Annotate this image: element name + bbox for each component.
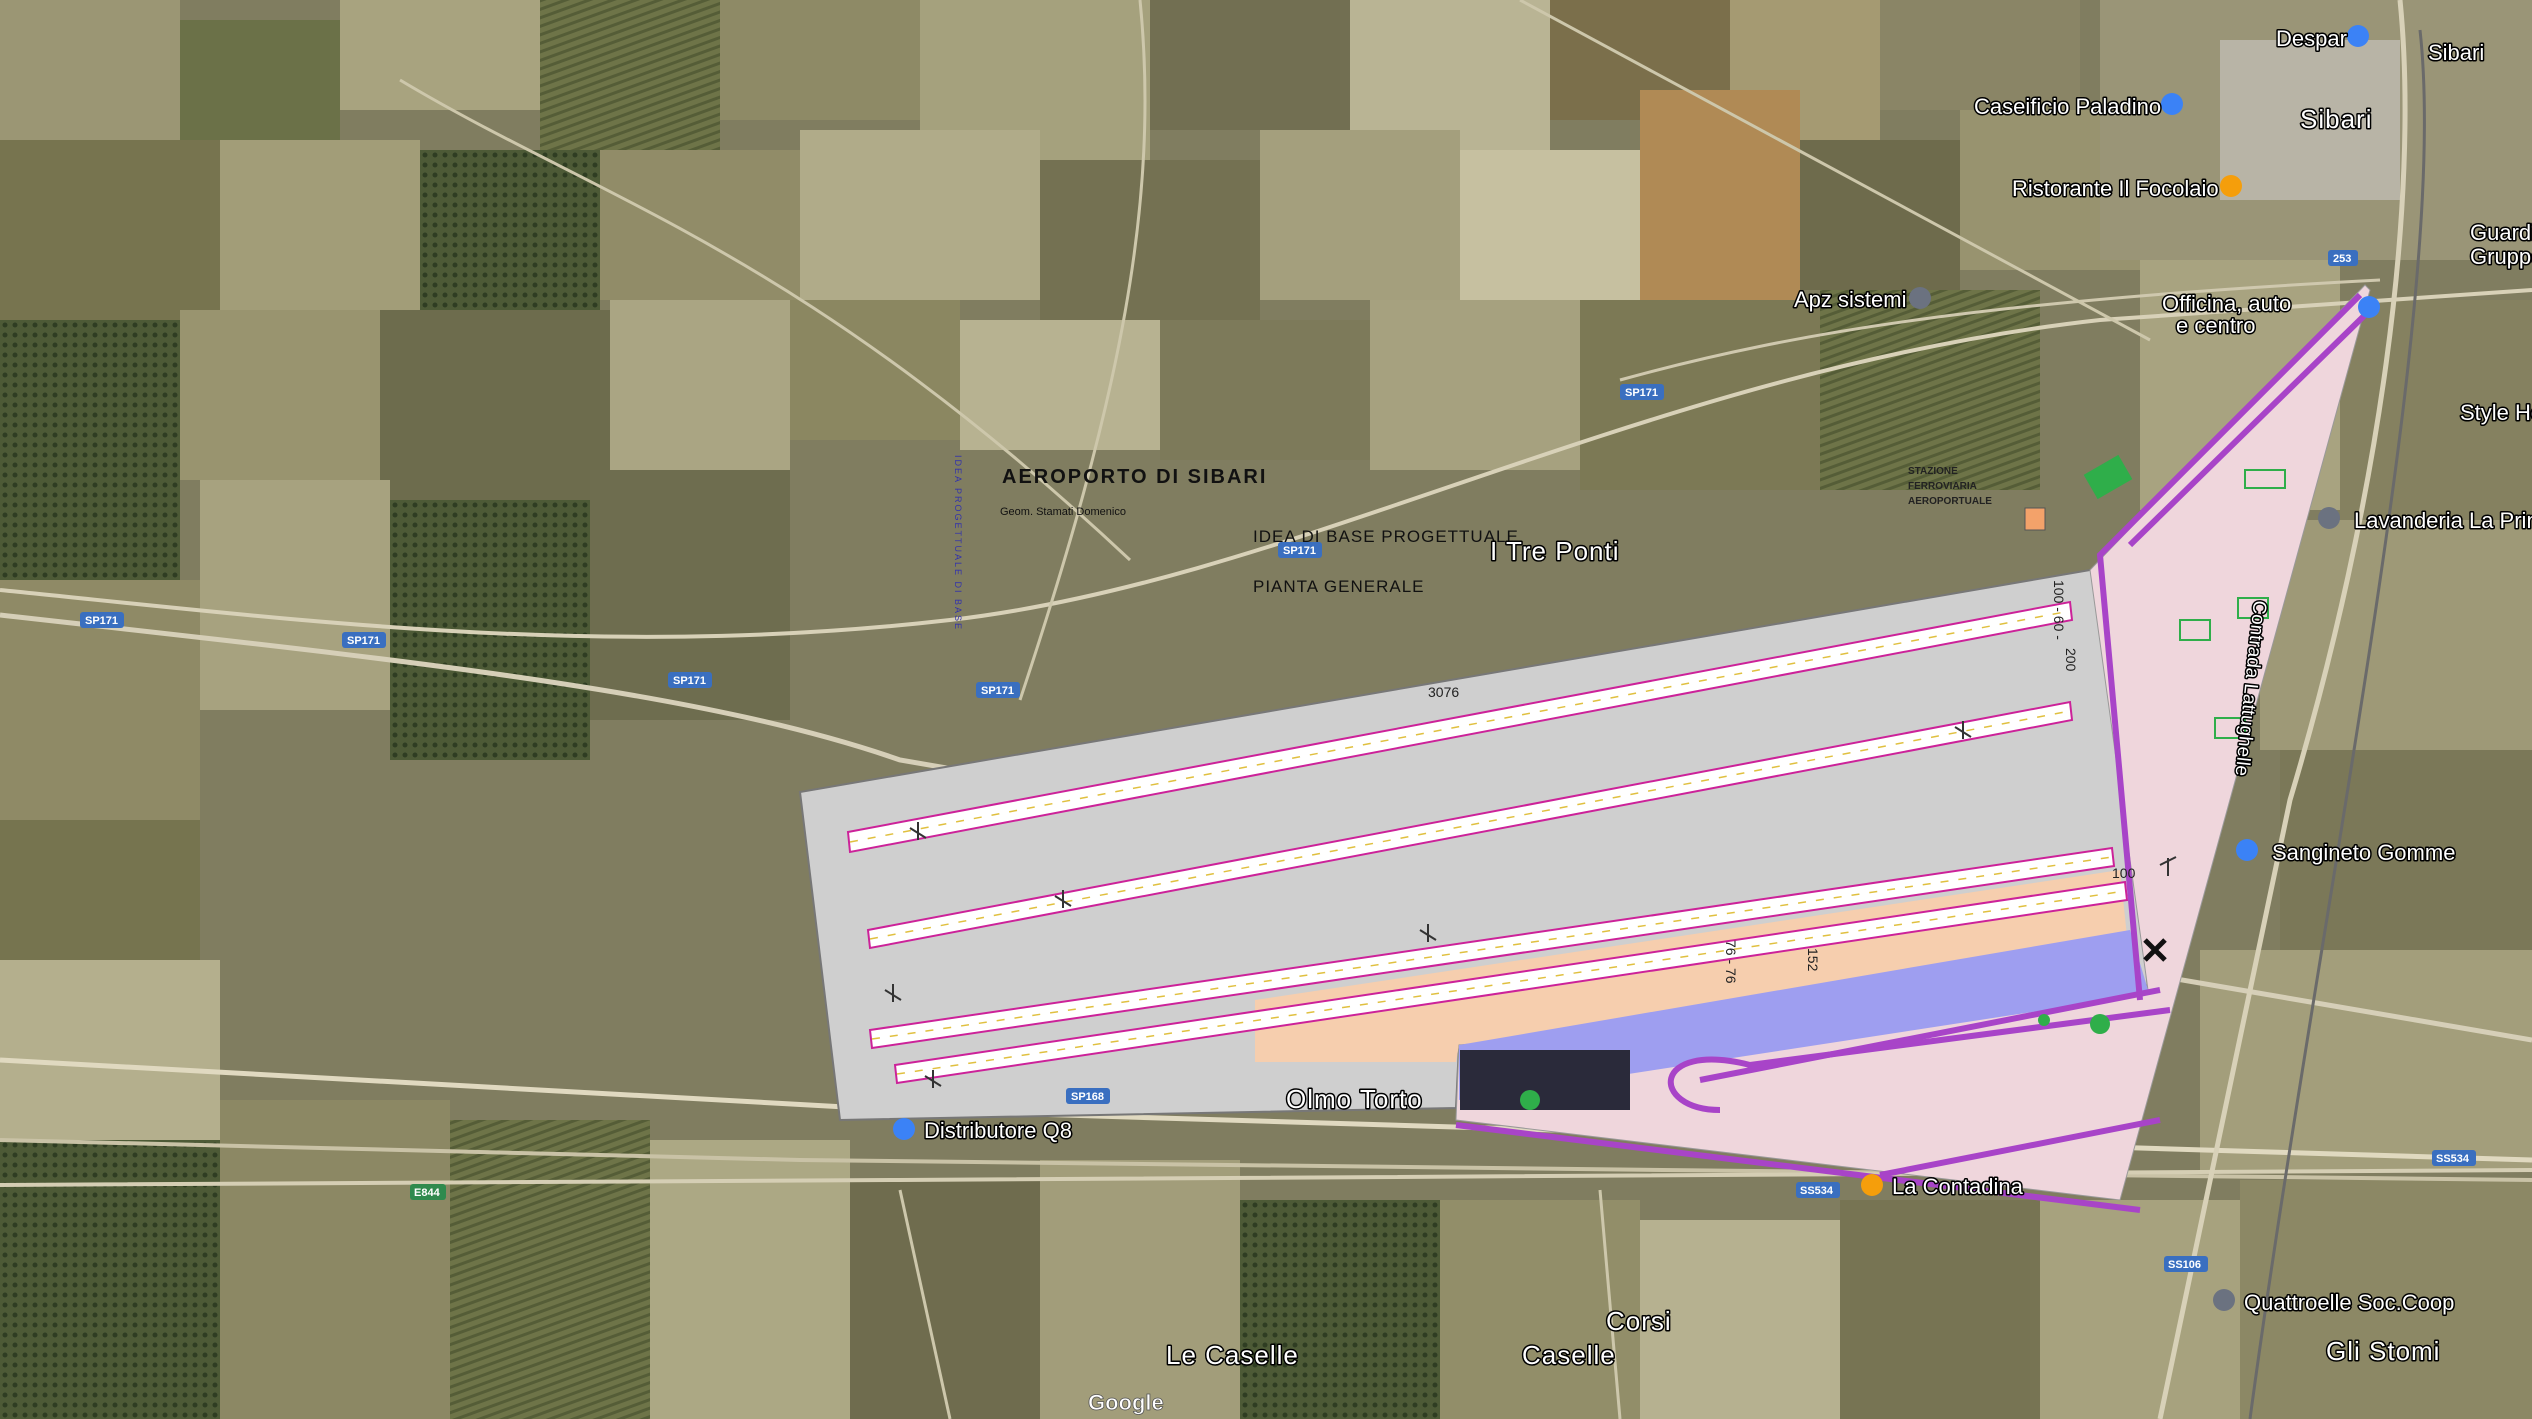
road-ss106: SS106: [2168, 1259, 2201, 1271]
road-sp171-5: SP171: [1283, 545, 1316, 557]
road-sp171-6: SP171: [1625, 387, 1658, 399]
road-sp171-3: SP171: [673, 675, 706, 687]
place-ristorante[interactable]: Ristorante Il Focolaio: [2011, 175, 2221, 203]
shopping-pin-icon[interactable]: [2236, 839, 2258, 861]
place-guardia-2[interactable]: Gruppo: [2469, 243, 2532, 271]
parking-block: [1460, 1050, 1630, 1110]
place-guardia-1[interactable]: Guardi: [2469, 219, 2532, 247]
shopping-pin-icon[interactable]: [2347, 25, 2369, 47]
map-view[interactable]: 3076 100 - 60 - 200 100 76 - 76 152 AERO…: [0, 0, 2532, 1419]
place-officina-2[interactable]: e centro: [2175, 312, 2258, 340]
station-building: [2024, 507, 2046, 531]
place-caselle: Caselle: [1522, 1340, 1616, 1370]
place-sangineto[interactable]: Sangineto Gomme: [2271, 839, 2457, 867]
service-pin-icon[interactable]: [2358, 296, 2380, 318]
place-pin-icon[interactable]: [2318, 507, 2340, 529]
road-253: 253: [2333, 253, 2351, 265]
project-author: Geom. Stamati Domenico: [1000, 506, 1126, 518]
place-contadina[interactable]: La Contadina: [1891, 1173, 2026, 1201]
project-plan: PIANTA GENERALE: [1253, 577, 1425, 596]
station-label-3: AEROPORTUALE: [1908, 496, 1992, 507]
road-sp171-1: SP171: [85, 615, 118, 627]
place-distributore[interactable]: Distributore Q8: [923, 1117, 1074, 1145]
place-lavanderia[interactable]: Lavanderia La Primu: [2353, 507, 2532, 535]
restaurant-pin-icon[interactable]: [2220, 175, 2242, 197]
satellite-map[interactable]: 3076 100 - 60 - 200 100 76 - 76 152 AERO…: [0, 0, 2532, 1419]
road-sp171-4: SP171: [981, 685, 1014, 697]
place-stomi: Gli Stomi: [2326, 1336, 2440, 1366]
road-sp168: SP168: [1071, 1091, 1104, 1103]
place-tre-ponti: I Tre Ponti: [1490, 536, 1620, 566]
dim-d2: 152: [1805, 948, 1821, 972]
road-ss534-2: SS534: [2436, 1153, 2470, 1165]
place-le-caselle: Le Caselle: [1166, 1340, 1299, 1370]
place-caseificio[interactable]: Caseificio Paladino: [1973, 93, 2163, 121]
place-despar[interactable]: Despar: [2275, 25, 2349, 53]
road-e844: E844: [414, 1187, 441, 1199]
fuel-pin-icon[interactable]: [893, 1118, 915, 1140]
restaurant-pin-icon[interactable]: [1861, 1174, 1883, 1196]
place-sibari-town: Sibari: [2300, 104, 2372, 134]
road-sp171-2: SP171: [347, 635, 380, 647]
place-quattroelle[interactable]: Quattroelle Soc.Coop: [2243, 1289, 2456, 1317]
project-title: AEROPORTO DI SIBARI: [1002, 466, 1267, 488]
place-sibari-station[interactable]: Sibari: [2427, 39, 2486, 67]
google-logo: Google: [1088, 1390, 1164, 1415]
station-label-1: STAZIONE: [1908, 466, 1958, 477]
dim-end-width: 100 - 60 -: [2051, 580, 2067, 640]
place-corsi: Corsi: [1606, 1306, 1672, 1336]
road-ss534-1: SS534: [1800, 1185, 1834, 1197]
place-olmo-torto: Olmo Torto: [1286, 1084, 1423, 1114]
station-label-2: FERROVIARIA: [1908, 481, 1977, 492]
place-pin-icon[interactable]: [2213, 1289, 2235, 1311]
dim-d1: 76 - 76: [1723, 940, 1739, 984]
dim-length: 3076: [1428, 684, 1459, 700]
place-style[interactable]: Style Ho: [2459, 399, 2532, 427]
place-pin-icon[interactable]: [1909, 287, 1931, 309]
place-apz[interactable]: Apz sistemi: [1793, 286, 1908, 314]
project-vertical-text: IDEA PROGETTUALE DI BASE: [953, 455, 963, 631]
shopping-pin-icon[interactable]: [2161, 93, 2183, 115]
dim-apron: 100: [2112, 865, 2136, 881]
dim-side: 200: [2063, 648, 2079, 672]
